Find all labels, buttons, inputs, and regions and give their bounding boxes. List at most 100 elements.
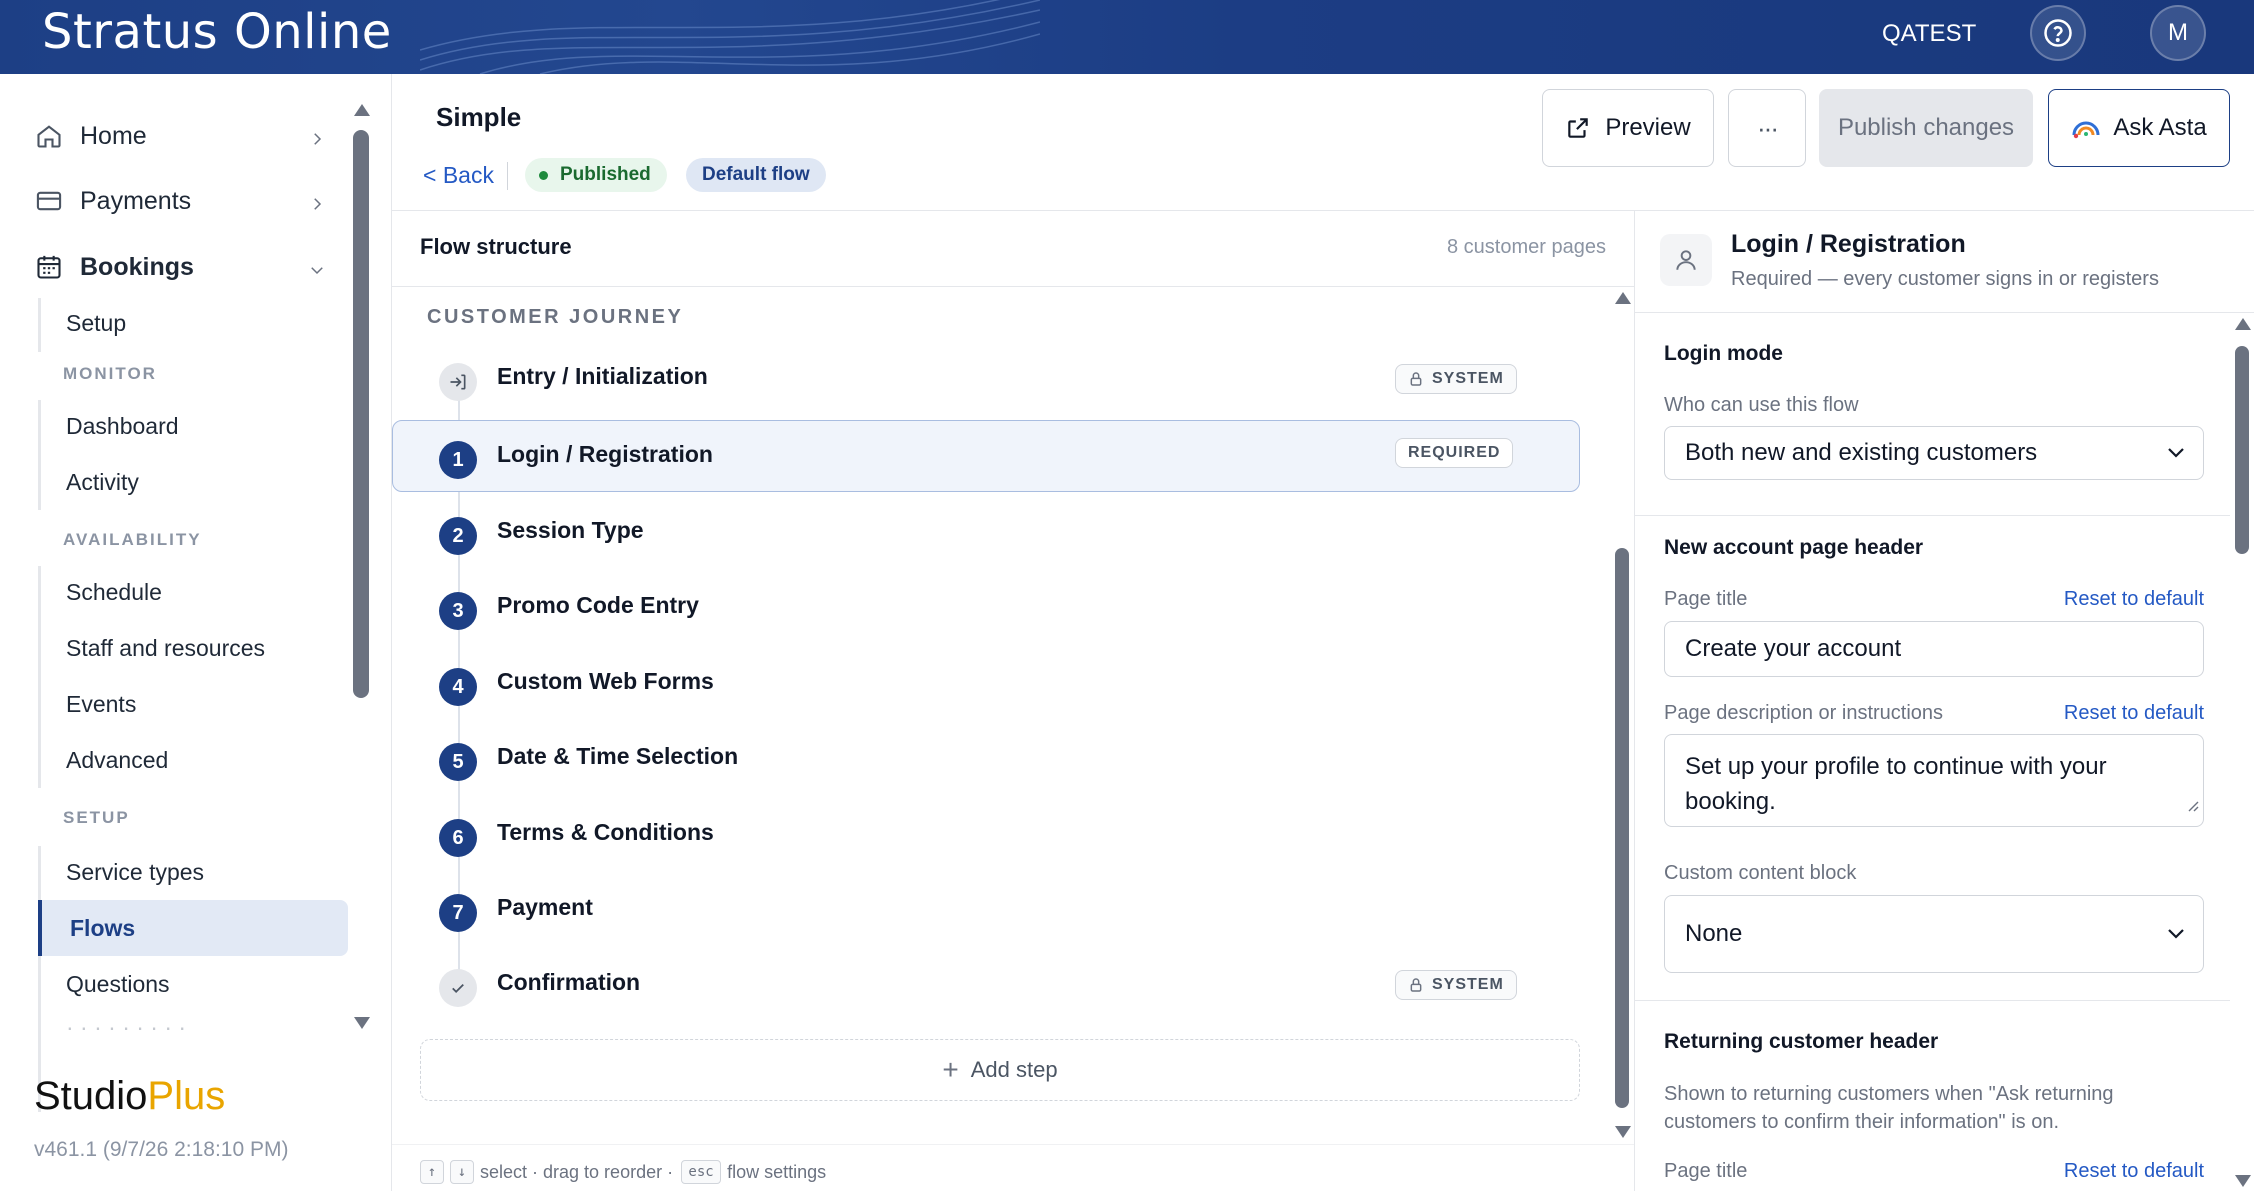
reset-returning-page-title-link[interactable]: Reset to default bbox=[2064, 1160, 2204, 1183]
sidebar-item-service-types[interactable]: Service types bbox=[66, 852, 346, 892]
flow-step-login-registration[interactable]: 1 Login / Registration REQUIRED bbox=[392, 420, 1580, 492]
sidebar-item-label: Home bbox=[80, 121, 147, 150]
section-label-monitor: MONITOR bbox=[63, 364, 157, 383]
step-number: 5 bbox=[439, 743, 477, 781]
panel-header-divider bbox=[1634, 312, 2254, 313]
sidebar-item-home[interactable]: Home bbox=[34, 112, 334, 160]
custom-content-block-select[interactable]: None bbox=[1664, 895, 2204, 973]
flow-step-promo-code-entry[interactable]: 3 Promo Code Entry bbox=[392, 571, 1580, 643]
step-label: Session Type bbox=[497, 517, 644, 543]
ask-asta-button[interactable]: Ask Asta bbox=[2048, 89, 2230, 167]
more-options-button[interactable]: ··· bbox=[1728, 89, 1806, 167]
flow-step-date-time-selection[interactable]: 5 Date & Time Selection bbox=[392, 722, 1580, 794]
credit-card-icon bbox=[34, 186, 64, 216]
flow-step-terms-conditions[interactable]: 6 Terms & Conditions bbox=[392, 798, 1580, 870]
key-up: ↑ bbox=[420, 1160, 444, 1184]
sidebar-item-payments[interactable]: Payments bbox=[34, 177, 334, 225]
step-label: Login / Registration bbox=[497, 441, 713, 467]
lock-icon bbox=[1408, 371, 1424, 387]
scrollbar-thumb[interactable] bbox=[1615, 548, 1629, 1108]
sidebar-item-staff-and-resources[interactable]: Staff and resources bbox=[66, 628, 346, 668]
sidebar-item-label: Payments bbox=[80, 186, 192, 215]
preview-button[interactable]: Preview bbox=[1542, 89, 1714, 167]
scroll-down-arrow-icon[interactable] bbox=[354, 1017, 370, 1029]
panel-scrollbar[interactable] bbox=[2232, 318, 2252, 1191]
default-flow-badge: Default flow bbox=[686, 158, 826, 192]
user-avatar[interactable]: M bbox=[2150, 5, 2206, 61]
section-divider bbox=[1634, 1000, 2230, 1001]
sidebar-item-setup[interactable]: Setup bbox=[66, 303, 346, 343]
who-can-use-value: Both new and existing customers bbox=[1685, 439, 2038, 466]
nav-rail bbox=[38, 566, 41, 788]
sidebar-item-events[interactable]: Events bbox=[66, 684, 346, 724]
divider bbox=[507, 162, 508, 190]
nav-rail bbox=[38, 298, 41, 352]
flow-step-session-type[interactable]: 2 Session Type bbox=[392, 496, 1580, 568]
step-label: Entry / Initialization bbox=[497, 363, 708, 389]
scroll-up-arrow-icon[interactable] bbox=[354, 104, 370, 116]
hint-settings-text: flow settings bbox=[727, 1161, 827, 1182]
chevron-right-icon bbox=[308, 126, 326, 155]
sidebar-item-schedule[interactable]: Schedule bbox=[66, 572, 346, 612]
step-number: 7 bbox=[439, 894, 477, 932]
flow-scrollbar[interactable] bbox=[1612, 292, 1632, 1138]
page-description-textarea[interactable]: Set up your profile to continue with you… bbox=[1664, 734, 2204, 827]
flow-step-confirmation[interactable]: Confirmation SYSTEM bbox=[392, 948, 1580, 1020]
sidebar-scrollbar[interactable] bbox=[350, 104, 372, 1029]
status-badge: Published bbox=[525, 158, 667, 192]
section-label-setup: SETUP bbox=[63, 808, 130, 827]
login-mode-heading: Login mode bbox=[1664, 342, 1783, 365]
required-tag: REQUIRED bbox=[1395, 438, 1514, 468]
customer-pages-count: 8 customer pages bbox=[1447, 236, 1606, 258]
app-logo[interactable]: Stratus Online bbox=[42, 4, 392, 60]
who-can-use-select[interactable]: Both new and existing customers bbox=[1664, 426, 2204, 480]
home-icon bbox=[34, 121, 64, 151]
flow-structure-title: Flow structure bbox=[420, 234, 572, 259]
sidebar-item-bookings[interactable]: Bookings bbox=[34, 243, 334, 291]
scrollbar-thumb[interactable] bbox=[2235, 346, 2249, 554]
nav-rail bbox=[38, 846, 41, 1112]
org-name[interactable]: QATEST bbox=[1882, 20, 1976, 48]
plus-icon: + bbox=[942, 1054, 959, 1085]
step-label: Payment bbox=[497, 894, 593, 920]
step-number: 6 bbox=[439, 819, 477, 857]
add-step-button[interactable]: + Add step bbox=[420, 1039, 1580, 1101]
scroll-down-arrow-icon[interactable] bbox=[1615, 1126, 1631, 1138]
flow-step-payment[interactable]: 7 Payment bbox=[392, 873, 1580, 945]
sidebar-item-activity[interactable]: Activity bbox=[66, 462, 346, 502]
sidebar-item-flows[interactable]: Flows bbox=[38, 900, 348, 956]
logo-studio-text: Studio bbox=[34, 1074, 148, 1118]
flow-step-custom-web-forms[interactable]: 4 Custom Web Forms bbox=[392, 647, 1580, 719]
reset-description-link[interactable]: Reset to default bbox=[2064, 702, 2204, 725]
customer-journey-label: CUSTOMER JOURNEY bbox=[427, 306, 684, 328]
step-number: 4 bbox=[439, 668, 477, 706]
sidebar-item-advanced[interactable]: Advanced bbox=[66, 740, 346, 780]
scroll-up-arrow-icon[interactable] bbox=[1615, 292, 1631, 304]
page-title-input-value: Create your account bbox=[1685, 635, 1902, 662]
page-description-value: Set up your profile to continue with you… bbox=[1685, 753, 2107, 815]
chevron-right-icon bbox=[308, 191, 326, 220]
publish-changes-button[interactable]: Publish changes bbox=[1819, 89, 2033, 167]
panel-subtitle: Required — every customer signs in or re… bbox=[1731, 268, 2159, 290]
chevron-down-icon bbox=[2167, 447, 2185, 459]
enter-icon bbox=[439, 363, 477, 401]
scroll-down-arrow-icon[interactable] bbox=[2235, 1175, 2251, 1187]
page-title-input[interactable]: Create your account bbox=[1664, 621, 2204, 677]
sidebar-nav: Home Payments Bookings Setup MONITOR Das… bbox=[0, 102, 352, 1112]
chevron-down-icon bbox=[2167, 928, 2185, 940]
sidebar-item-questions[interactable]: Questions bbox=[66, 964, 346, 1004]
reset-page-title-link[interactable]: Reset to default bbox=[2064, 588, 2204, 611]
scroll-up-arrow-icon[interactable] bbox=[2235, 318, 2251, 330]
scrollbar-thumb[interactable] bbox=[353, 130, 369, 698]
help-button[interactable] bbox=[2030, 5, 2086, 61]
step-number: 3 bbox=[439, 592, 477, 630]
resize-grip-icon[interactable] bbox=[2185, 787, 2199, 822]
new-account-header-heading: New account page header bbox=[1664, 536, 1924, 559]
sidebar-item-dashboard[interactable]: Dashboard bbox=[66, 406, 346, 446]
header-wave-decoration bbox=[420, 0, 1040, 74]
flow-step-entry[interactable]: Entry / Initialization SYSTEM bbox=[392, 342, 1580, 414]
back-link[interactable]: < Back bbox=[423, 162, 494, 189]
page-title-label: Page title bbox=[1664, 588, 1748, 610]
returning-customer-header-heading: Returning customer header bbox=[1664, 1030, 1939, 1053]
section-divider bbox=[1634, 515, 2230, 516]
